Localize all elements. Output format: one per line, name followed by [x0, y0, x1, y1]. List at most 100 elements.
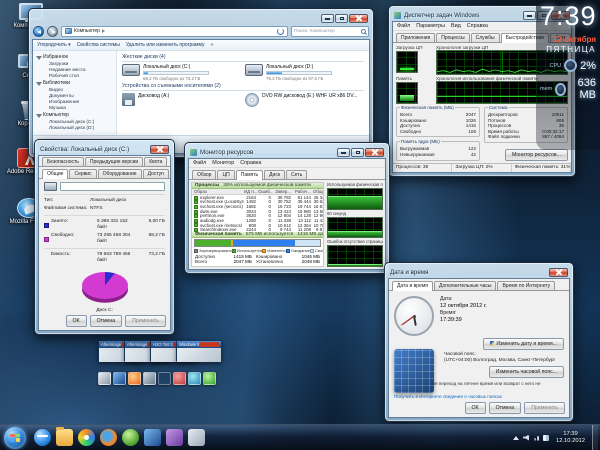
tab-general[interactable]: Общие: [42, 169, 69, 179]
minimize-button[interactable]: [321, 13, 334, 23]
mini-window[interactable]: Windows Media...: [176, 340, 222, 362]
tab-hardware[interactable]: Оборудование: [97, 169, 142, 178]
explorer-titlebar[interactable]: [32, 12, 370, 24]
maximize-button[interactable]: [335, 13, 348, 23]
start-button[interactable]: [4, 426, 26, 449]
desktop-shortcut-icon[interactable]: [188, 372, 201, 385]
physical-memory-header[interactable]: Физическая память 575 МБ используется 14…: [192, 232, 323, 239]
menu-help[interactable]: Справка: [240, 160, 261, 166]
desktop-shortcut-icon[interactable]: [128, 372, 141, 385]
taskbar-app-icon[interactable]: [122, 429, 139, 446]
media-player-icon[interactable]: [78, 429, 95, 446]
menu-file[interactable]: Файл: [193, 160, 206, 166]
organize-button[interactable]: Упорядочить ▾: [37, 42, 71, 48]
firefox-icon[interactable]: [100, 429, 117, 446]
taskbar-app-icon[interactable]: [144, 429, 161, 446]
tab-overview[interactable]: Обзор: [192, 170, 217, 179]
tab-applications[interactable]: Приложения: [396, 33, 436, 42]
menu-help[interactable]: Справка: [467, 23, 488, 29]
close-button[interactable]: [549, 267, 568, 277]
desktop-shortcut-icon[interactable]: [113, 372, 126, 385]
menu-options[interactable]: Параметры: [416, 23, 445, 29]
tab-strip-row2: Общие Сервис Оборудование Доступ: [39, 167, 170, 179]
desktop-shortcut-row: [98, 372, 216, 385]
floppy-item[interactable]: Дисковод (A:): [122, 93, 241, 107]
explorer-icon[interactable]: [56, 427, 73, 446]
ie-icon[interactable]: [34, 429, 51, 446]
drive-item-c[interactable]: Локальный диск (C:) 68,2 ГБ свободно из …: [122, 64, 241, 81]
resource-monitor-titlebar[interactable]: Монитор ресурсов: [188, 146, 386, 158]
close-button[interactable]: [365, 147, 384, 157]
taskbar-app-icon[interactable]: [166, 429, 183, 446]
camera-icon[interactable]: [143, 372, 156, 385]
tab-quota[interactable]: Квота: [144, 157, 168, 166]
ok-button[interactable]: ОК: [65, 315, 87, 327]
close-button[interactable]: [150, 144, 169, 154]
toolbar-overflow-button[interactable]: »: [210, 42, 213, 48]
tab-additional-clocks[interactable]: Дополнительные часы: [434, 281, 497, 290]
tab-tools[interactable]: Сервис: [69, 169, 97, 178]
close-button[interactable]: [349, 13, 368, 23]
memory-composition-bar: [194, 239, 321, 247]
apply-button[interactable]: Применить: [125, 315, 166, 327]
change-timezone-button[interactable]: Изменить часовой пояс...: [488, 366, 564, 378]
close-icon[interactable]: [199, 342, 219, 347]
disk-properties-titlebar[interactable]: Свойства: Локальный диск (C:): [38, 143, 171, 155]
apply-button[interactable]: Применить: [524, 402, 565, 414]
system-tray: 17:39 12.10.2012: [512, 425, 600, 450]
tab-processes[interactable]: Процессы: [436, 33, 470, 42]
tab-cpu[interactable]: ЦП: [217, 170, 235, 179]
cancel-button[interactable]: Отмена: [89, 315, 123, 327]
desktop-shortcut-icon[interactable]: [203, 372, 216, 385]
hard-disk-icon: [122, 64, 140, 76]
drive-item-d[interactable]: Локальный диск (D:) 75,3 ГБ свободно из …: [245, 64, 364, 81]
menu-file[interactable]: Файл: [397, 23, 410, 29]
menu-monitor[interactable]: Монитор: [212, 160, 234, 166]
change-datetime-button[interactable]: Изменить дату и время...: [483, 338, 564, 350]
tab-sharing[interactable]: Доступ: [142, 169, 169, 178]
menu-view[interactable]: Вид: [451, 23, 461, 29]
action-center-icon[interactable]: [542, 434, 549, 441]
forward-button[interactable]: [47, 25, 58, 37]
taskbar-app-icon[interactable]: [188, 429, 205, 446]
volume-label-input[interactable]: [60, 182, 165, 191]
dvd-item[interactable]: DVD RW дисковод (E:) WHF UR x86 DV...: [245, 93, 364, 107]
address-bar[interactable]: Компьютер: [61, 25, 288, 37]
datetime-titlebar[interactable]: Дата и время: [388, 266, 570, 278]
tab-disk[interactable]: Диск: [264, 170, 286, 179]
sidebar-group-libraries[interactable]: Библиотеки: [33, 79, 116, 87]
desktop-shortcut-icon[interactable]: [158, 372, 171, 385]
desktop-shortcut-icon[interactable]: [173, 372, 186, 385]
tab-internet-time[interactable]: Время по Интернету: [497, 281, 556, 290]
tab-date-time[interactable]: Дата и время: [392, 281, 434, 291]
search-input[interactable]: [294, 28, 359, 34]
search-box[interactable]: [291, 25, 369, 37]
sidebar-item-disk-d[interactable]: Локальный диск (D:): [33, 125, 116, 131]
tab-services[interactable]: Службы: [470, 33, 500, 42]
volume-icon[interactable]: [522, 434, 529, 441]
resource-monitor-button[interactable]: Монитор ресурсов...: [505, 148, 568, 161]
network-tray-icon[interactable]: [532, 436, 539, 441]
sidebar-group-computer[interactable]: Компьютер: [33, 111, 116, 119]
calculator-icon[interactable]: [98, 372, 111, 385]
sidebar-group-favorites[interactable]: Избранное: [33, 53, 116, 61]
tab-security[interactable]: Безопасность: [42, 157, 84, 166]
show-desktop-button[interactable]: [592, 425, 598, 450]
capacity-bar: [266, 71, 332, 75]
back-button[interactable]: [33, 25, 44, 37]
tab-previous-versions[interactable]: Предыдущие версии: [84, 157, 144, 166]
minimize-button[interactable]: [337, 147, 350, 157]
refresh-icon[interactable]: [277, 27, 284, 35]
tray-expand-icon[interactable]: [512, 435, 519, 440]
maximize-button[interactable]: [351, 147, 364, 157]
ok-button[interactable]: ОК: [464, 402, 486, 414]
tab-network[interactable]: Сеть: [286, 170, 308, 179]
mem-gauge-value: 636 MB: [577, 77, 596, 101]
taskbar-clock[interactable]: 17:39 12.10.2012: [556, 431, 585, 444]
minimize-button[interactable]: [523, 10, 536, 20]
cancel-button[interactable]: Отмена: [488, 402, 522, 414]
timezone-info-link[interactable]: Получить в Интернете сведения о часовых …: [394, 394, 564, 399]
tab-memory[interactable]: Память: [235, 170, 264, 180]
uninstall-program-button[interactable]: Удалить или изменить программу: [126, 42, 205, 48]
system-properties-button[interactable]: Свойства системы: [77, 42, 120, 48]
